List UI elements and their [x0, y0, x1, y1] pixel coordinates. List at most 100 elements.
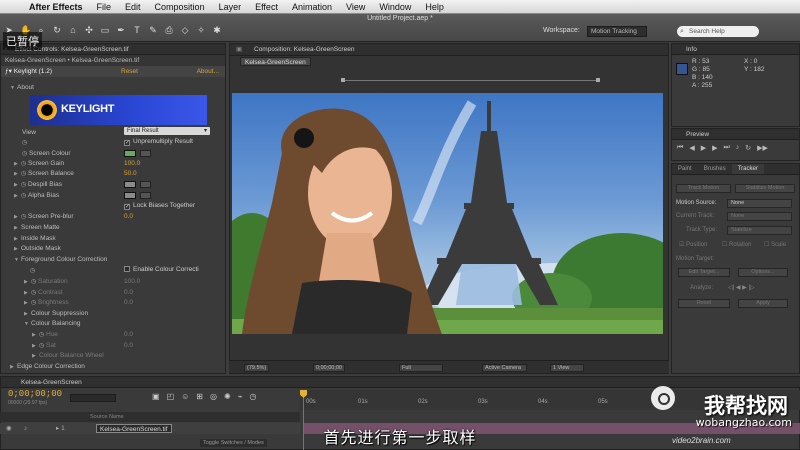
lock-icon[interactable]: ▣ — [236, 44, 242, 56]
expand-triangle-icon[interactable]: ▶ — [32, 351, 39, 361]
about-link[interactable]: About... — [197, 66, 219, 77]
eyedropper-icon[interactable] — [140, 192, 151, 199]
expand-triangle-icon[interactable]: ▼ — [24, 319, 31, 329]
menu-file[interactable]: File — [90, 2, 119, 12]
composition-tab[interactable]: ▣ Composition: Kelsea-GreenScreen — [230, 44, 668, 56]
expand-triangle-icon[interactable]: ▶ — [14, 191, 21, 201]
last-frame-icon[interactable]: ⏭ — [723, 144, 729, 152]
navigator-handle[interactable] — [341, 78, 345, 82]
sat-value[interactable]: 0.0 — [124, 342, 133, 349]
expand-triangle-icon[interactable]: ▶ — [14, 223, 21, 233]
audio-icon[interactable]: ♪ — [736, 144, 740, 152]
prev-frame-icon[interactable]: ◀ — [689, 144, 694, 152]
clone-stamp-tool-icon[interactable]: ⎙ — [164, 25, 174, 35]
keylight-effect-header[interactable]: ƒ▾ Keylight (1.2) Reset About... — [1, 66, 225, 77]
position-checkbox[interactable]: ☑ Position — [679, 241, 707, 248]
stopwatch-icon[interactable]: ◷ — [39, 330, 46, 340]
eyedropper-icon[interactable] — [140, 181, 151, 188]
track-motion-button[interactable]: Track Motion — [676, 184, 731, 193]
workspace-select[interactable]: Motion Tracking — [587, 26, 647, 37]
expand-triangle-icon[interactable]: ▶ — [14, 244, 21, 254]
stopwatch-icon[interactable]: ◷ — [21, 180, 28, 190]
despill-bias-swatch[interactable] — [124, 181, 136, 188]
expand-triangle-icon[interactable]: ▶ — [32, 341, 39, 351]
colour-balancing-group[interactable]: ▼ Colour Balancing — [24, 319, 81, 329]
reset-link[interactable]: Reset — [121, 66, 138, 77]
screen-preblur-value[interactable]: 0.0 — [124, 213, 133, 220]
first-frame-icon[interactable]: ⏮ — [677, 144, 683, 152]
info-tab[interactable]: Info — [672, 44, 799, 55]
saturation-value[interactable]: 100.0 — [124, 278, 140, 285]
analyze-back-frame-icon[interactable]: ◁| — [728, 285, 734, 291]
stopwatch-icon[interactable]: ◷ — [31, 288, 38, 298]
unpremultiply-checkbox[interactable]: ✓ Unpremultiply Result — [124, 138, 193, 146]
stopwatch-icon[interactable]: ◷ — [21, 169, 28, 179]
roto-brush-tool-icon[interactable]: ✧ — [196, 25, 206, 35]
preview-tab[interactable]: Preview — [672, 129, 799, 140]
puppet-tool-icon[interactable]: ✱ — [212, 25, 222, 35]
view-layout-select[interactable]: 1 View — [550, 364, 584, 372]
expand-triangle-icon[interactable]: ▶ — [10, 362, 17, 372]
outside-mask-group[interactable]: ▶ Outside Mask — [14, 244, 61, 254]
enable-colour-correction-checkbox[interactable]: Enable Colour Correcti — [124, 266, 199, 273]
reset-button[interactable]: Reset — [678, 299, 730, 308]
alpha-bias-swatch[interactable] — [124, 192, 136, 199]
screen-balance-value[interactable]: 50.0 — [124, 170, 137, 177]
search-help-input[interactable]: ⌕ Search Help — [677, 26, 759, 37]
screen-colour-swatch[interactable] — [124, 150, 136, 157]
brush-tool-icon[interactable]: ✎ — [148, 25, 158, 35]
timeline-search-input[interactable] — [70, 394, 116, 402]
stopwatch-icon[interactable]: ◷ — [39, 341, 46, 351]
menu-app[interactable]: After Effects — [22, 2, 90, 12]
draft-3d-icon[interactable]: ◰ — [167, 392, 175, 401]
current-track-select[interactable]: None — [727, 212, 792, 221]
contrast-value[interactable]: 0.0 — [124, 289, 133, 296]
menu-effect[interactable]: Effect — [248, 2, 285, 12]
stopwatch-icon[interactable]: ◷ — [21, 212, 28, 222]
tab-paint[interactable]: Paint — [672, 164, 698, 174]
stopwatch-icon[interactable]: ◷ — [22, 149, 29, 159]
expand-triangle-icon[interactable]: ▶ — [24, 298, 31, 308]
menu-help[interactable]: Help — [418, 2, 451, 12]
brightness-value[interactable]: 0.0 — [124, 299, 133, 306]
stopwatch-icon[interactable]: ◷ — [30, 266, 37, 276]
expand-triangle-icon[interactable]: ▶ — [24, 288, 31, 298]
auto-keyframe-icon[interactable]: ◷ — [250, 392, 257, 401]
scale-checkbox[interactable]: ☐ Scale — [764, 241, 786, 248]
expand-triangle-icon[interactable]: ▶ — [14, 180, 21, 190]
eraser-tool-icon[interactable]: ◇ — [180, 25, 190, 35]
stabilize-motion-button[interactable]: Stabilize Motion — [735, 184, 795, 193]
navigator-handle[interactable] — [596, 78, 600, 82]
timeline-timecode[interactable]: 0;00;00;00 — [8, 389, 62, 399]
edit-target-button[interactable]: Edit Target... — [678, 268, 730, 277]
colour-suppression-group[interactable]: ▶ Colour Suppression — [24, 309, 88, 319]
stopwatch-icon[interactable]: ◷ — [21, 191, 28, 201]
expand-triangle-icon[interactable]: ▶ — [14, 234, 21, 244]
menu-window[interactable]: Window — [372, 2, 418, 12]
track-type-select[interactable]: Stabilize — [727, 226, 792, 235]
expand-triangle-icon[interactable]: ▶ — [24, 309, 31, 319]
stopwatch-icon[interactable]: ◷ — [31, 298, 38, 308]
comp-mini-flowchart-icon[interactable]: ▣ — [152, 392, 160, 401]
analyze-forward-frame-icon[interactable]: |▷ — [748, 285, 754, 291]
current-time-field[interactable]: 0;00;00;00 — [313, 364, 345, 372]
menu-animation[interactable]: Animation — [285, 2, 339, 12]
screen-matte-group[interactable]: ▶ Screen Matte — [14, 223, 60, 233]
stopwatch-icon[interactable]: ◷ — [21, 159, 28, 169]
analyze-forward-icon[interactable]: ▶ — [742, 285, 747, 291]
pen-tool-icon[interactable]: ✒ — [116, 25, 126, 35]
loop-icon[interactable]: ↻ — [745, 144, 751, 152]
view-dropdown[interactable]: Final Result ▾ — [124, 127, 210, 135]
apply-button[interactable]: Apply — [738, 299, 788, 308]
hue-value[interactable]: 0.0 — [124, 331, 133, 338]
expand-triangle-icon[interactable]: ▼ — [10, 83, 17, 93]
next-frame-icon[interactable]: ▶ — [712, 144, 717, 152]
colour-balance-wheel-row[interactable]: ▶ Colour Balance Wheel — [32, 351, 104, 361]
stopwatch-icon[interactable]: ◷ — [31, 277, 38, 287]
options-button[interactable]: Options... — [738, 268, 788, 277]
menu-layer[interactable]: Layer — [212, 2, 249, 12]
screen-gain-value[interactable]: 100.0 — [124, 160, 140, 167]
expand-triangle-icon[interactable]: ▶ — [14, 212, 21, 222]
composition-breadcrumb[interactable]: Kelsea-GreenScreen — [240, 57, 311, 66]
expand-triangle-icon[interactable]: ▶ — [32, 330, 39, 340]
